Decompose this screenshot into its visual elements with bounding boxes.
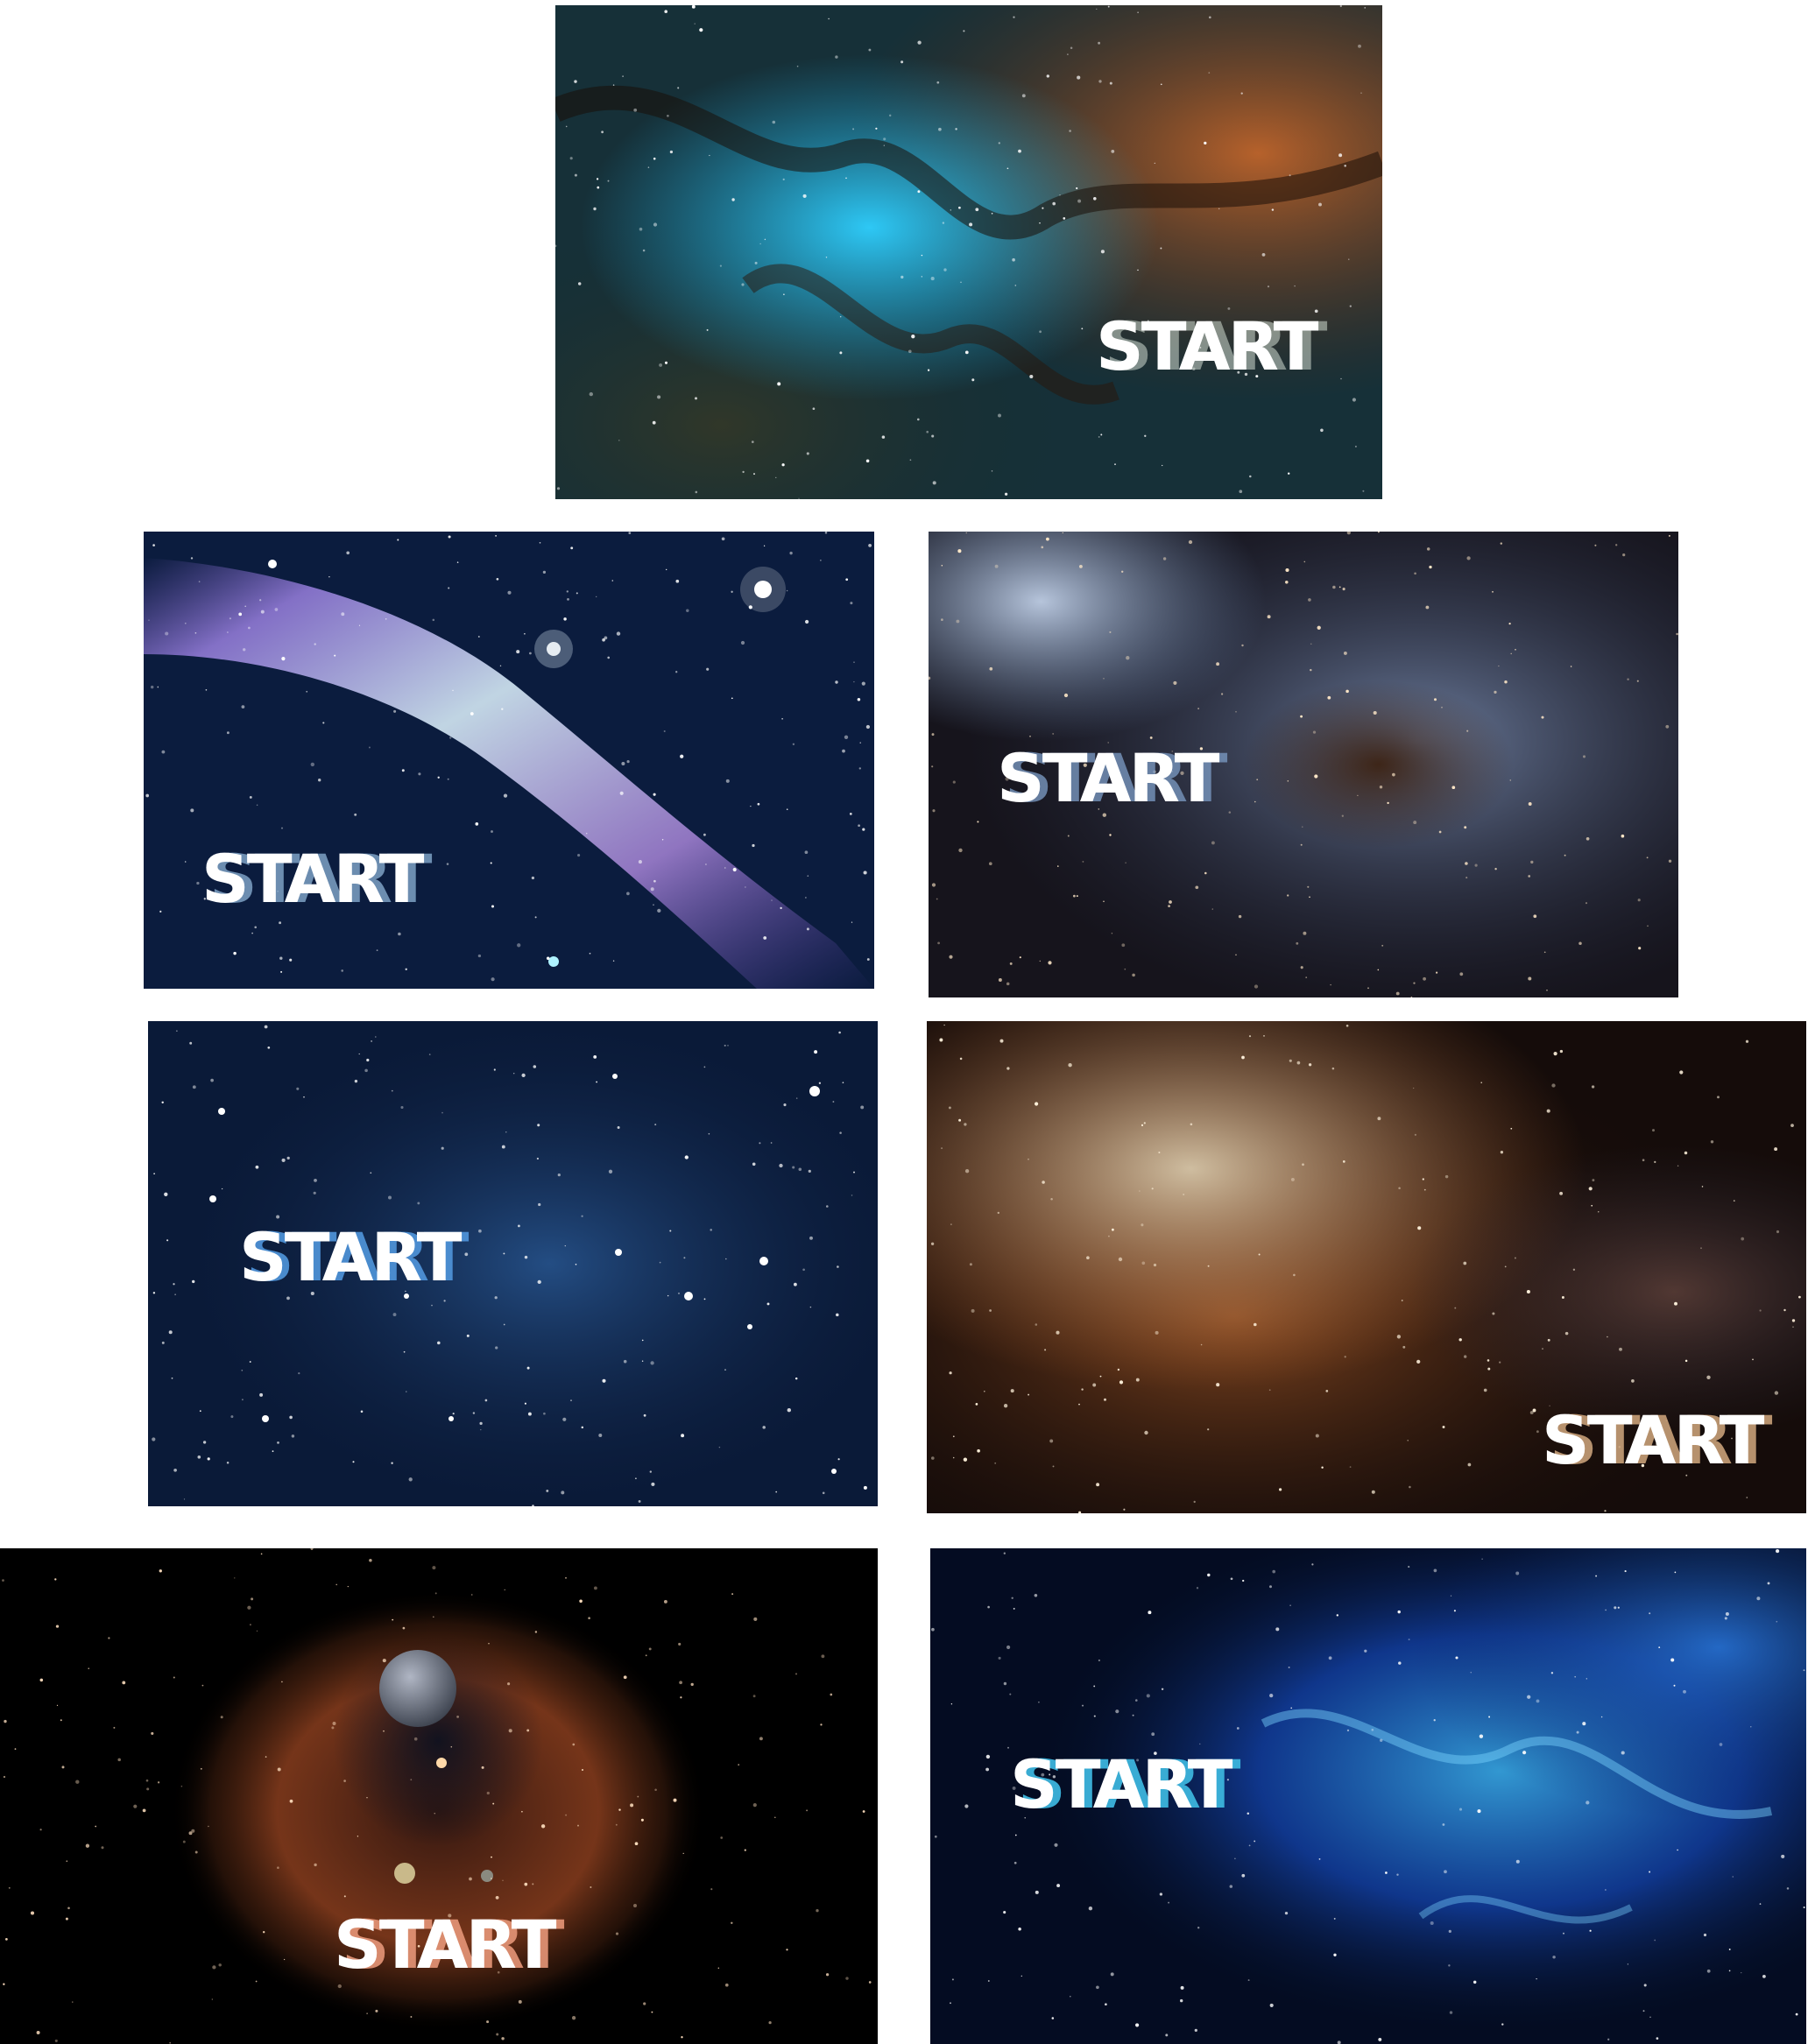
start-button[interactable]: START bbox=[201, 846, 424, 913]
nebula-panel-6: START bbox=[0, 1548, 878, 2044]
start-button[interactable]: START bbox=[1096, 314, 1318, 380]
start-button[interactable]: START bbox=[997, 745, 1219, 812]
nebula-panel-3: START bbox=[929, 532, 1678, 997]
nebula-panel-2: START bbox=[144, 532, 874, 989]
nebula-background-1 bbox=[555, 5, 1382, 499]
start-button[interactable]: START bbox=[334, 1912, 556, 1978]
nebula-panel-5: START bbox=[927, 1021, 1806, 1513]
nebula-panel-4: START bbox=[148, 1021, 878, 1506]
nebula-panel-1: START bbox=[555, 5, 1382, 499]
nebula-background-2 bbox=[144, 532, 874, 989]
start-button[interactable]: START bbox=[1542, 1407, 1764, 1474]
nebula-panel-7: START bbox=[930, 1548, 1806, 2044]
start-button[interactable]: START bbox=[1010, 1751, 1232, 1818]
start-button[interactable]: START bbox=[239, 1224, 462, 1291]
